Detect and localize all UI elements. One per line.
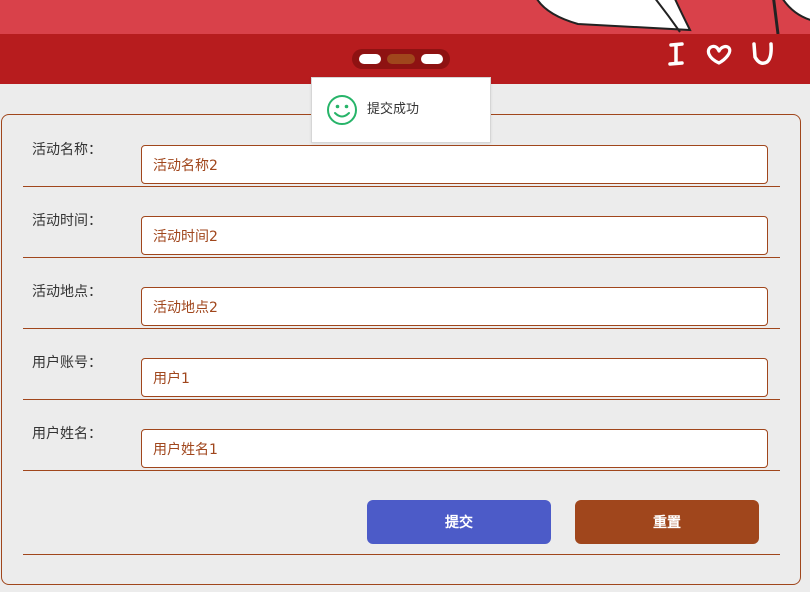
user-account-input[interactable] (141, 358, 768, 397)
activity-form: 活动名称： 活动时间： 活动地点： 用户账号： 用户姓名： 提交 重置 (1, 114, 801, 585)
submit-button[interactable]: 提交 (367, 500, 551, 544)
form-row-user-account: 用户账号： (23, 328, 780, 400)
activity-time-input[interactable] (141, 216, 768, 255)
carousel-dot-2[interactable] (387, 54, 415, 64)
reset-button[interactable]: 重置 (575, 500, 759, 544)
toast-message: 提交成功 (367, 102, 420, 117)
letter-u-icon (752, 42, 773, 65)
banner-illustration (536, 0, 810, 34)
carousel-dot-1[interactable] (359, 54, 381, 64)
activity-location-input[interactable] (141, 287, 768, 326)
form-actions: 提交 重置 (23, 479, 780, 555)
activity-name-label: 活动名称： (32, 142, 102, 158)
form-row-user-name: 用户姓名： (23, 399, 780, 471)
activity-name-input[interactable] (141, 145, 768, 184)
success-toast: 提交成功 (311, 77, 491, 143)
carousel-indicator (352, 49, 450, 69)
heart-icon (706, 44, 732, 65)
user-name-label: 用户姓名： (32, 426, 102, 442)
smile-icon (327, 95, 357, 125)
carousel-dot-3[interactable] (421, 54, 443, 64)
form-row-activity-time: 活动时间： (23, 186, 780, 258)
banner-top (0, 0, 810, 34)
form-row-activity-location: 活动地点： (23, 257, 780, 329)
user-account-label: 用户账号： (32, 355, 102, 371)
i-love-u-slogan (668, 42, 773, 66)
user-name-input[interactable] (141, 429, 768, 468)
letter-i-icon (668, 42, 684, 66)
activity-location-label: 活动地点： (32, 284, 102, 300)
activity-time-label: 活动时间： (32, 213, 102, 229)
